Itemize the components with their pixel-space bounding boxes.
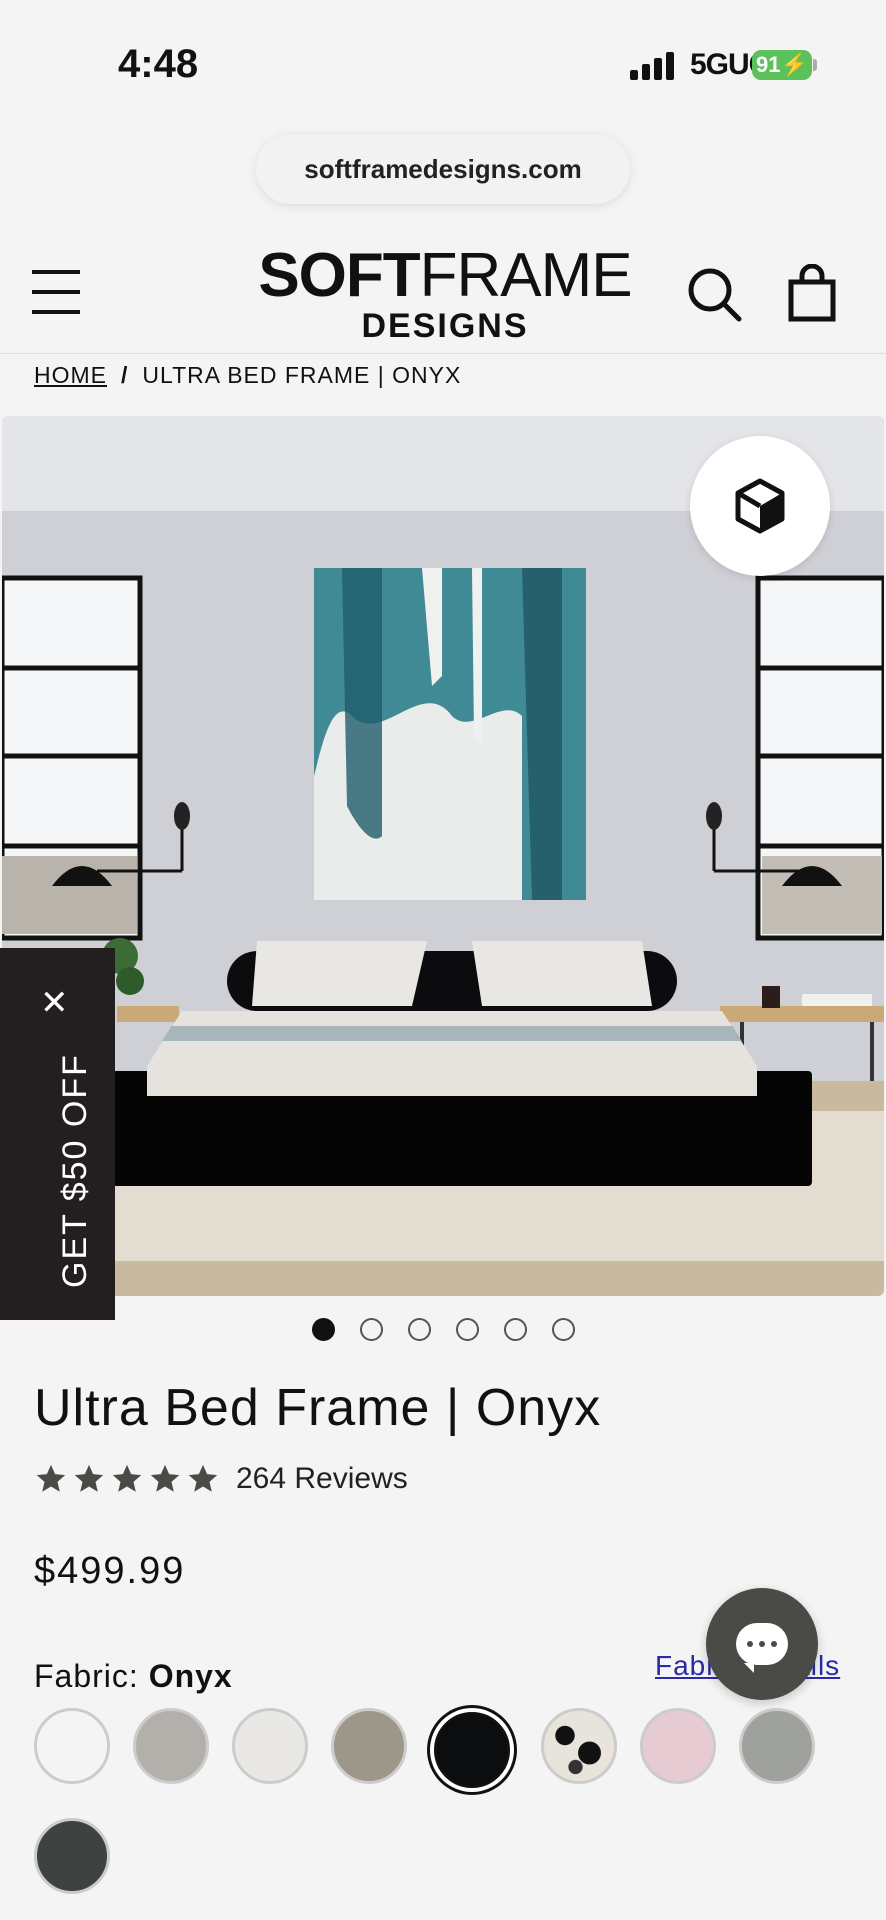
rating-stars [34,1462,220,1496]
promo-side-tab[interactable]: ✕ GET $50 OFF [0,948,115,1320]
fabric-label: Fabric: Onyx [34,1658,233,1695]
fabric-swatch[interactable] [541,1708,617,1784]
breadcrumb-home-link[interactable]: HOME [34,362,107,389]
status-bar: 4:48 5GUC 91 ⚡ [0,0,886,120]
3d-cube-icon [735,478,785,534]
breadcrumb: HOME / ULTRA BED FRAME | ONYX [34,362,461,389]
star-icon [188,1464,218,1492]
product-rating[interactable]: 264 Reviews [34,1462,408,1496]
fabric-swatch[interactable] [34,1708,110,1784]
breadcrumb-separator: / [121,362,129,388]
site-logo[interactable]: SOFTFRAME DESIGNS [255,241,635,345]
promo-text[interactable]: GET $50 OFF [56,1053,95,1288]
fabric-swatch[interactable] [133,1708,209,1784]
gallery-dot-4[interactable] [456,1318,479,1341]
gallery-dot-6[interactable] [552,1318,575,1341]
fabric-swatch[interactable] [640,1708,716,1784]
chat-icon [736,1623,788,1673]
signal-icon [630,50,674,80]
chat-button[interactable] [706,1588,818,1700]
hamburger-menu-icon[interactable] [32,270,80,314]
battery-icon: 91 ⚡ [752,50,812,80]
logo-soft: SOFT [258,241,420,310]
fabric-swatch[interactable] [739,1708,815,1784]
fabric-swatch[interactable] [331,1708,407,1784]
star-icon [74,1464,104,1492]
search-icon[interactable] [686,266,742,322]
gallery-dot-2[interactable] [360,1318,383,1341]
gallery-pagination [312,1318,575,1341]
gallery-dot-3[interactable] [408,1318,431,1341]
url-bar[interactable]: softframedesigns.com [256,134,630,204]
fabric-swatch[interactable] [34,1818,110,1894]
star-icon [36,1464,66,1492]
star-icon [150,1464,180,1492]
shopping-bag-icon[interactable] [788,264,836,322]
ar-view-button[interactable] [690,436,830,576]
fabric-label-text: Fabric: [34,1658,139,1694]
site-header: SOFTFRAME DESIGNS [0,230,886,354]
promo-close-icon[interactable]: ✕ [40,986,69,1020]
gallery-dot-5[interactable] [504,1318,527,1341]
star-icon [112,1464,142,1492]
status-time: 4:48 [118,42,199,86]
logo-frame: FRAME [419,241,633,310]
logo-designs: DESIGNS [361,307,529,345]
fabric-selected-name: Onyx [148,1658,233,1694]
breadcrumb-current: ULTRA BED FRAME | ONYX [142,362,462,388]
review-count[interactable]: 264 Reviews [236,1462,408,1496]
fabric-swatch[interactable] [434,1712,510,1788]
fabric-swatch[interactable] [232,1708,308,1784]
product-title: Ultra Bed Frame | Onyx [34,1379,602,1437]
battery-level: 91 [756,52,781,77]
product-price: $499.99 [34,1550,186,1592]
gallery-dot-1[interactable] [312,1318,335,1341]
battery-tip [813,59,817,71]
